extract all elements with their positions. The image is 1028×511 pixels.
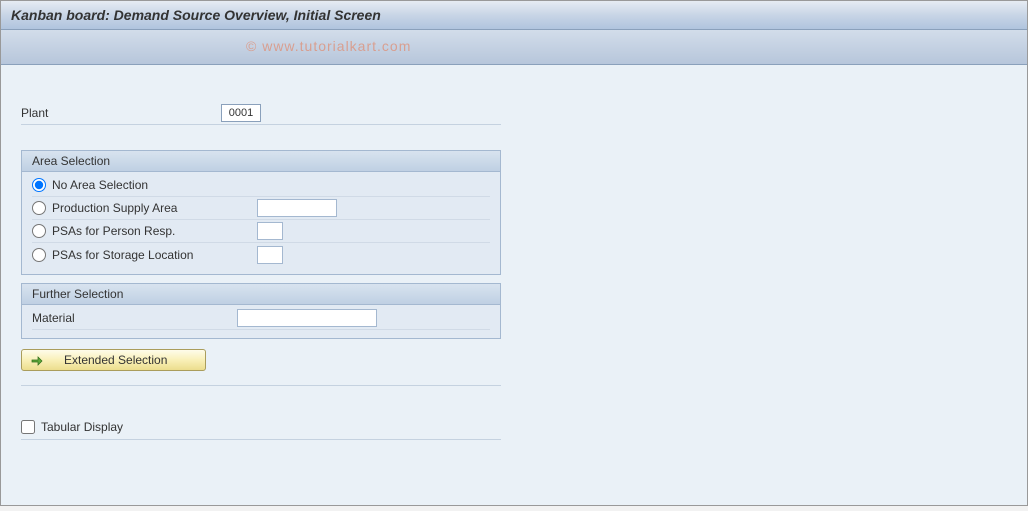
radio-label-production-supply-area: Production Supply Area bbox=[52, 201, 257, 215]
tabular-display-label: Tabular Display bbox=[41, 420, 123, 434]
input-production-supply-area[interactable] bbox=[257, 199, 337, 217]
input-psa-storage-location[interactable] bbox=[257, 246, 283, 264]
content-area: Plant Area Selection No Area Selection P… bbox=[1, 65, 1027, 505]
input-psa-person-resp[interactable] bbox=[257, 222, 283, 240]
button-row: Extended Selection bbox=[21, 349, 501, 386]
toolbar-area: © www.tutorialkart.com bbox=[1, 30, 1027, 65]
tabular-display-row: Tabular Display bbox=[21, 418, 501, 440]
page-title: Kanban board: Demand Source Overview, In… bbox=[11, 7, 381, 23]
radio-row-psa-person: PSAs for Person Resp. bbox=[32, 220, 490, 243]
radio-row-psa-storage: PSAs for Storage Location bbox=[32, 243, 490, 266]
extended-selection-button[interactable]: Extended Selection bbox=[21, 349, 206, 371]
material-label: Material bbox=[32, 311, 237, 325]
radio-no-area-selection[interactable] bbox=[32, 178, 46, 192]
tabular-display-checkbox[interactable] bbox=[21, 420, 35, 434]
further-selection-group: Further Selection Material bbox=[21, 283, 501, 339]
title-bar: Kanban board: Demand Source Overview, In… bbox=[1, 1, 1027, 30]
material-input[interactable] bbox=[237, 309, 377, 327]
further-selection-body: Material bbox=[22, 305, 500, 338]
radio-label-no-area-selection: No Area Selection bbox=[52, 178, 257, 192]
area-selection-group: Area Selection No Area Selection Product… bbox=[21, 150, 501, 275]
main-window: Kanban board: Demand Source Overview, In… bbox=[0, 0, 1028, 506]
radio-row-prod-supply: Production Supply Area bbox=[32, 197, 490, 220]
area-selection-title: Area Selection bbox=[22, 151, 500, 172]
radio-label-psa-storage-location: PSAs for Storage Location bbox=[52, 248, 257, 262]
area-selection-body: No Area Selection Production Supply Area… bbox=[22, 172, 500, 274]
radio-row-no-area: No Area Selection bbox=[32, 174, 490, 197]
watermark: © www.tutorialkart.com bbox=[246, 38, 411, 54]
extended-selection-button-label: Extended Selection bbox=[64, 353, 167, 367]
radio-psa-person-resp[interactable] bbox=[32, 224, 46, 238]
radio-label-psa-person-resp: PSAs for Person Resp. bbox=[52, 224, 257, 238]
plant-input[interactable] bbox=[221, 104, 261, 122]
further-selection-title: Further Selection bbox=[22, 284, 500, 305]
radio-production-supply-area[interactable] bbox=[32, 201, 46, 215]
plant-field-row: Plant bbox=[21, 103, 501, 125]
execute-arrow-icon bbox=[30, 353, 44, 367]
plant-label: Plant bbox=[21, 106, 221, 120]
material-field-row: Material bbox=[32, 307, 490, 330]
radio-psa-storage-location[interactable] bbox=[32, 248, 46, 262]
